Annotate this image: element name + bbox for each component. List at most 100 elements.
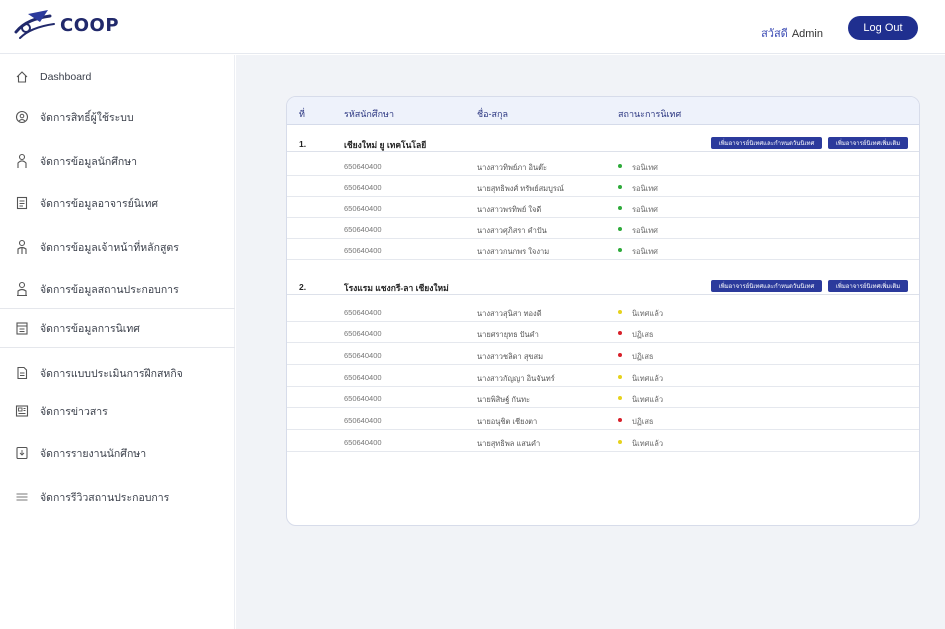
status-cell: นิเทศแล้ว xyxy=(632,374,664,383)
student-id-cell: 650640400 xyxy=(344,204,382,213)
sidebar-item-label: จัดการข้อมูลนักศึกษา xyxy=(40,155,138,168)
sidebar-item-company-reviews[interactable]: จัดการรีวิวสถานประกอบการ xyxy=(0,477,235,517)
student-id-cell: 650640400 xyxy=(344,351,382,360)
sidebar-item-label: จัดการข้อมูลอาจารย์นิเทศ xyxy=(40,197,159,210)
status-dot-icon xyxy=(618,206,622,210)
student-name-cell: นายสุทธิพล แสนคำ xyxy=(477,439,541,448)
assign-advisor-button[interactable]: เพิ่มอาจารย์นิเทศและกำหนดวันนิเทศ xyxy=(711,137,822,149)
sidebar-item-label: จัดการข้อมูลสถานประกอบการ xyxy=(40,283,179,296)
add-advisor-button[interactable]: เพิ่มอาจารย์นิเทศเพิ่มเติม xyxy=(828,137,908,149)
column-header-no: ที่ xyxy=(299,109,305,119)
sidebar-item-label: จัดการแบบประเมินการฝึกสหกิจ xyxy=(40,367,183,380)
sidebar-item-evaluation-forms[interactable]: จัดการแบบประเมินการฝึกสหกิจ xyxy=(0,353,235,393)
student-name-cell: นางสาวสุนิสา ทองดี xyxy=(477,309,542,318)
document-icon xyxy=(14,195,30,211)
coop-logo-icon xyxy=(14,10,55,39)
student-id-cell: 650640400 xyxy=(344,308,382,317)
sidebar-item-students[interactable]: จัดการข้อมูลนักศึกษา xyxy=(0,141,235,181)
main-content: ที่ รหัสนักศึกษา ชื่อ-สกุล สถานะการนิเทศ… xyxy=(236,55,945,629)
status-dot-icon xyxy=(618,248,622,252)
student-name-cell: นางสาวกนกพร ใจงาม xyxy=(477,247,550,256)
sidebar-item-label: จัดการข่าวสาร xyxy=(40,405,108,418)
table-row[interactable]: 650640400 นายสุทธิพงศ์ ทรัพย์สมบูรณ์ รอน… xyxy=(287,177,919,197)
sidebar-item-label: จัดการรายงานนักศึกษา xyxy=(40,447,147,460)
sidebar-item-staff[interactable]: จัดการข้อมูลเจ้าหน้าที่หลักสูตร xyxy=(0,227,235,267)
status-dot-icon xyxy=(618,418,622,422)
greeting-text: สวัสดี xyxy=(761,28,788,40)
table-row[interactable]: 650640400 นางสาวชลิดา สุขสม ปฏิเสธ xyxy=(287,345,919,365)
status-dot-icon xyxy=(618,331,622,335)
status-cell: ปฏิเสธ xyxy=(632,417,654,426)
student-name-cell: นางสาวทิพย์ภา อินต๊ะ xyxy=(477,163,548,172)
brand-name: COOP xyxy=(60,14,120,36)
student-id-cell: 650640400 xyxy=(344,162,382,171)
student-name-cell: นายอนุชิต เชียงตา xyxy=(477,417,538,426)
status-cell: รอนิเทศ xyxy=(632,184,658,193)
username: Admin xyxy=(791,28,823,40)
sidebar-item-dashboard[interactable]: Dashboard xyxy=(0,57,235,97)
status-dot-icon xyxy=(618,440,622,444)
sidebar-item-reports[interactable]: จัดการรายงานนักศึกษา xyxy=(0,433,235,473)
clipboard-icon xyxy=(14,320,30,336)
student-id-cell: 650640400 xyxy=(344,416,382,425)
student-name-cell: นางสาวชลิดา สุขสม xyxy=(477,352,544,361)
table-header: ที่ รหัสนักศึกษา ชื่อ-สกุล สถานะการนิเทศ xyxy=(287,97,919,125)
sidebar-item-label: Dashboard xyxy=(40,71,92,83)
status-cell: ปฏิเสธ xyxy=(632,352,654,361)
company-group-row: 1. เชียงใหม่ ยู เทคโนโลยี เพิ่มอาจารย์นิ… xyxy=(287,134,919,152)
student-icon xyxy=(14,153,30,169)
student-id-cell: 650640400 xyxy=(344,373,382,382)
status-cell: นิเทศแล้ว xyxy=(632,395,664,404)
brand-logo[interactable]: COOP xyxy=(14,8,119,42)
list-icon xyxy=(14,489,30,505)
sidebar-item-advisors[interactable]: จัดการข้อมูลอาจารย์นิเทศ xyxy=(0,183,235,223)
assign-advisor-button[interactable]: เพิ่มอาจารย์นิเทศและกำหนดวันนิเทศ xyxy=(711,280,822,292)
sidebar-item-label: จัดการรีวิวสถานประกอบการ xyxy=(40,491,170,504)
student-id-cell: 650640400 xyxy=(344,394,382,403)
sidebar: Dashboard จัดการสิทธิ์ผู้ใช้ระบบ จัดการข… xyxy=(0,55,235,629)
student-name-cell: นางสาวกัญญา อินจันทร์ xyxy=(477,374,555,383)
sidebar-item-label: จัดการข้อมูลเจ้าหน้าที่หลักสูตร xyxy=(40,241,179,254)
sidebar-item-news[interactable]: จัดการข่าวสาร xyxy=(0,391,235,431)
status-cell: นิเทศแล้ว xyxy=(632,309,664,318)
status-dot-icon xyxy=(618,164,622,168)
report-icon xyxy=(14,445,30,461)
table-row[interactable]: 650640400 นางสาวกัญญา อินจันทร์ นิเทศแล้… xyxy=(287,367,919,387)
status-dot-icon xyxy=(618,396,622,400)
form-icon xyxy=(14,365,30,381)
status-dot-icon xyxy=(618,185,622,189)
status-cell: รอนิเทศ xyxy=(632,205,658,214)
add-advisor-button[interactable]: เพิ่มอาจารย์นิเทศเพิ่มเติม xyxy=(828,280,908,292)
sidebar-item-companies[interactable]: จัดการข้อมูลสถานประกอบการ xyxy=(0,269,235,309)
sidebar-item-label: จัดการข้อมูลการนิเทศ xyxy=(40,322,140,335)
table-row[interactable]: 650640400 นายพิสิษฐ์ กันทะ นิเทศแล้ว xyxy=(287,388,919,408)
table-row[interactable]: 650640400 นางสาวกนกพร ใจงาม รอนิเทศ xyxy=(287,240,919,260)
table-row[interactable]: 650640400 นางสาวพรทิพย์ ใจดี รอนิเทศ xyxy=(287,198,919,218)
company-name: เชียงใหม่ ยู เทคโนโลยี xyxy=(344,140,427,150)
sidebar-item-supervision[interactable]: จัดการข้อมูลการนิเทศ xyxy=(0,308,235,348)
app-root: COOP สวัสดี Admin Log Out Dashboard จัดกา… xyxy=(0,0,945,629)
company-icon xyxy=(14,281,30,297)
column-header-student-id: รหัสนักศึกษา xyxy=(344,109,395,119)
sidebar-item-user-permissions[interactable]: จัดการสิทธิ์ผู้ใช้ระบบ xyxy=(0,97,235,137)
table-row[interactable]: 650640400 นายศรายุทธ ปันคำ ปฏิเสธ xyxy=(287,323,919,343)
student-name-cell: นายศรายุทธ ปันคำ xyxy=(477,330,539,339)
status-dot-icon xyxy=(618,375,622,379)
status-cell: รอนิเทศ xyxy=(632,163,658,172)
table-row[interactable]: 650640400 นายอนุชิต เชียงตา ปฏิเสธ xyxy=(287,410,919,430)
top-header: COOP สวัสดี Admin Log Out xyxy=(0,0,945,54)
table-row[interactable]: 650640400 นายสุทธิพล แสนคำ นิเทศแล้ว xyxy=(287,432,919,452)
status-dot-icon xyxy=(618,227,622,231)
student-id-cell: 650640400 xyxy=(344,329,382,338)
table-row[interactable]: 650640400 นางสาวทิพย์ภา อินต๊ะ รอนิเทศ xyxy=(287,156,919,176)
company-name: โรงแรม แชงกรี-ลา เชียงใหม่ xyxy=(344,283,449,293)
student-id-cell: 650640400 xyxy=(344,225,382,234)
table-row[interactable]: 650640400 นางสาวสุนิสา ทองดี นิเทศแล้ว xyxy=(287,302,919,322)
student-name-cell: นายพิสิษฐ์ กันทะ xyxy=(477,395,531,404)
logout-button[interactable]: Log Out xyxy=(848,16,918,40)
sidebar-item-label: จัดการสิทธิ์ผู้ใช้ระบบ xyxy=(40,111,134,124)
student-id-cell: 650640400 xyxy=(344,246,382,255)
status-cell: นิเทศแล้ว xyxy=(632,439,664,448)
table-row[interactable]: 650640400 นางสาวศุภิสรา คำปัน รอนิเทศ xyxy=(287,219,919,239)
student-name-cell: นางสาวศุภิสรา คำปัน xyxy=(477,226,547,235)
